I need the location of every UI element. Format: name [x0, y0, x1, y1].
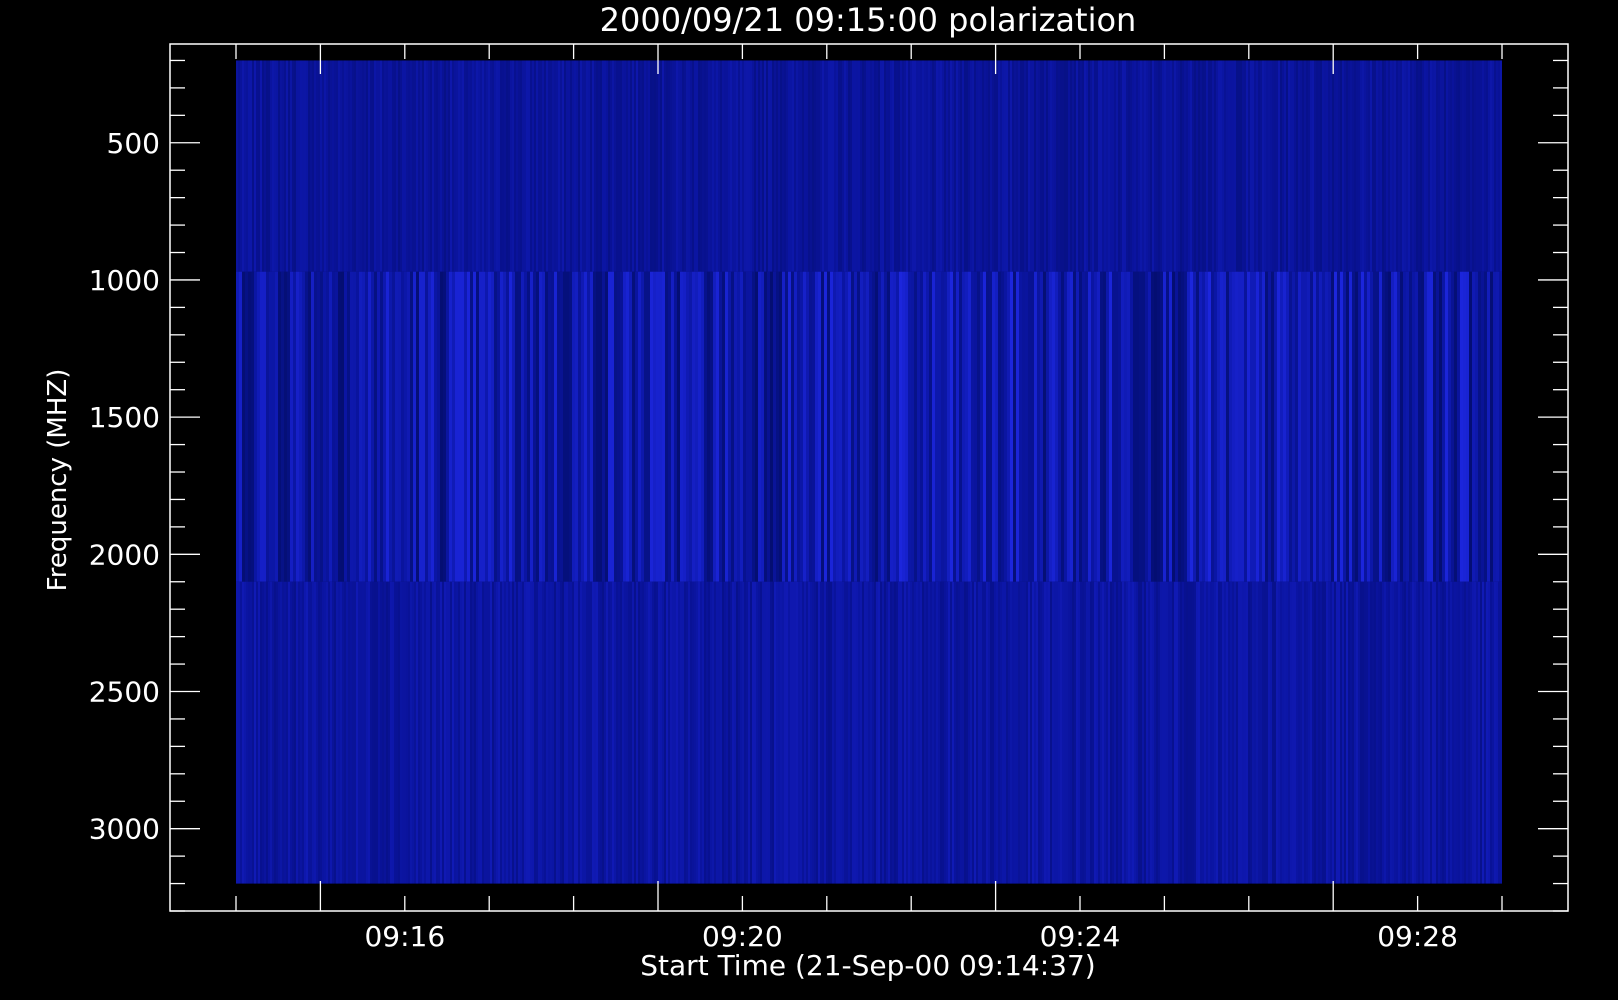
spectrogram-band-2	[236, 271, 1502, 582]
y-tick-label: 2000	[89, 538, 160, 571]
x-tick-label: 09:16	[364, 920, 445, 953]
chart-title: 2000/09/21 09:15:00 polarization	[600, 1, 1137, 39]
y-axis-label: Frequency (MHZ)	[43, 369, 73, 592]
spectrogram-band-1	[236, 60, 1502, 272]
y-tick-label: 1500	[89, 401, 160, 434]
spectrogram-image	[236, 60, 1502, 884]
y-tick-label: 500	[107, 127, 160, 160]
spectrogram-band-3	[236, 581, 1502, 884]
y-tick-label: 3000	[89, 813, 160, 846]
x-tick-label: 09:28	[1377, 920, 1458, 953]
spectrogram-chart: 2000/09/21 09:15:00 polarization 500 1000…	[43, 1, 1569, 982]
y-tick-label: 1000	[89, 264, 160, 297]
y-tick-label: 2500	[89, 676, 160, 709]
x-axis-label: Start Time (21-Sep-00 09:14:37)	[640, 949, 1095, 982]
